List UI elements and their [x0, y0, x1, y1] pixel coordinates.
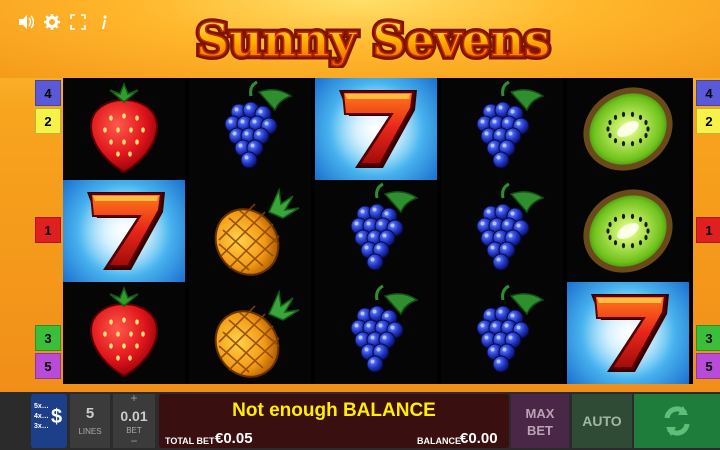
reel-area: [63, 78, 693, 384]
symbol-pineapple: [189, 180, 311, 282]
lines-button[interactable]: 5 LINES: [70, 394, 110, 448]
symbol-kiwi: [567, 180, 689, 282]
balance-value: €0.00: [460, 430, 498, 447]
payline-marker: 1: [696, 217, 720, 243]
reel-4: [441, 78, 563, 384]
top-bar: Sunny Sevens Sunny Sevens: [0, 0, 720, 78]
message-panel: Not enough BALANCE TOTAL BET €0.05 BALAN…: [159, 394, 509, 448]
symbol-strawberry: [63, 78, 185, 180]
payline-marker: 5: [35, 353, 61, 379]
payline-marker: 3: [35, 325, 61, 351]
game-logo: Sunny Sevens Sunny Sevens: [192, 10, 553, 69]
spin-arrows-icon: [664, 406, 690, 436]
reel-2: [189, 78, 311, 384]
payline-marker: 5: [696, 353, 720, 379]
reel-5: [567, 78, 689, 384]
auto-label: AUTO: [582, 413, 622, 429]
payline-marker: 4: [35, 80, 61, 106]
top-icons: [18, 14, 112, 30]
symbol-blackberry: [441, 180, 563, 282]
reel-1: [63, 78, 185, 384]
max-bet-button[interactable]: MAX BET: [511, 394, 569, 448]
paytable-line: 3x…: [34, 423, 49, 430]
symbol-seven: [567, 282, 689, 384]
payline-marker: 2: [696, 108, 720, 134]
control-bar: 5x… 4x… 3x… $ 5 LINES + 0.01 BET − Not e…: [0, 391, 720, 450]
spin-button[interactable]: [634, 394, 720, 448]
reel-3: [315, 78, 437, 384]
fullscreen-icon[interactable]: [70, 14, 86, 30]
info-icon[interactable]: [96, 14, 112, 30]
status-message: Not enough BALANCE: [232, 400, 436, 421]
lines-label: LINES: [78, 427, 102, 436]
payline-marker: 2: [35, 108, 61, 134]
symbol-blackberry: [315, 282, 437, 384]
symbol-blackberry: [315, 180, 437, 282]
symbol-kiwi: [567, 78, 689, 180]
autoplay-button[interactable]: AUTO: [572, 394, 632, 448]
game-title: Sunny Sevens: [196, 13, 550, 67]
total-bet-value: €0.05: [215, 430, 253, 447]
paytable-line: 5x…: [34, 403, 49, 410]
symbol-blackberry: [189, 78, 311, 180]
paytable-line: 4x…: [34, 413, 49, 420]
bet-decrease-button[interactable]: −: [113, 434, 155, 448]
max-bet-label-1: MAX: [525, 406, 555, 421]
symbol-blackberry: [441, 78, 563, 180]
payline-marker: 4: [696, 80, 720, 106]
symbol-seven: [63, 180, 185, 282]
game-stage: Sunny Sevens Sunny Sevens 4 2 1 3 5 4 2 …: [0, 0, 720, 450]
total-bet-label: TOTAL BET: [165, 436, 215, 446]
max-bet-label-2: BET: [527, 423, 553, 438]
sound-icon[interactable]: [18, 14, 35, 30]
payline-marker: 3: [696, 325, 720, 351]
symbol-seven: [315, 78, 437, 180]
payline-marker: 1: [35, 217, 61, 243]
balance-label: BALANCE: [417, 436, 461, 446]
symbol-pineapple: [189, 282, 311, 384]
symbol-strawberry: [63, 282, 185, 384]
dollar-icon: $: [51, 406, 63, 428]
bet-value: 0.01: [120, 408, 148, 424]
lines-value: 5: [85, 405, 95, 422]
paytable-button[interactable]: 5x… 4x… 3x… $: [31, 394, 67, 448]
settings-gear-icon[interactable]: [44, 14, 60, 30]
bet-increase-button[interactable]: +: [113, 391, 155, 405]
bet-stepper: + 0.01 BET −: [113, 391, 155, 448]
symbol-blackberry: [441, 282, 563, 384]
